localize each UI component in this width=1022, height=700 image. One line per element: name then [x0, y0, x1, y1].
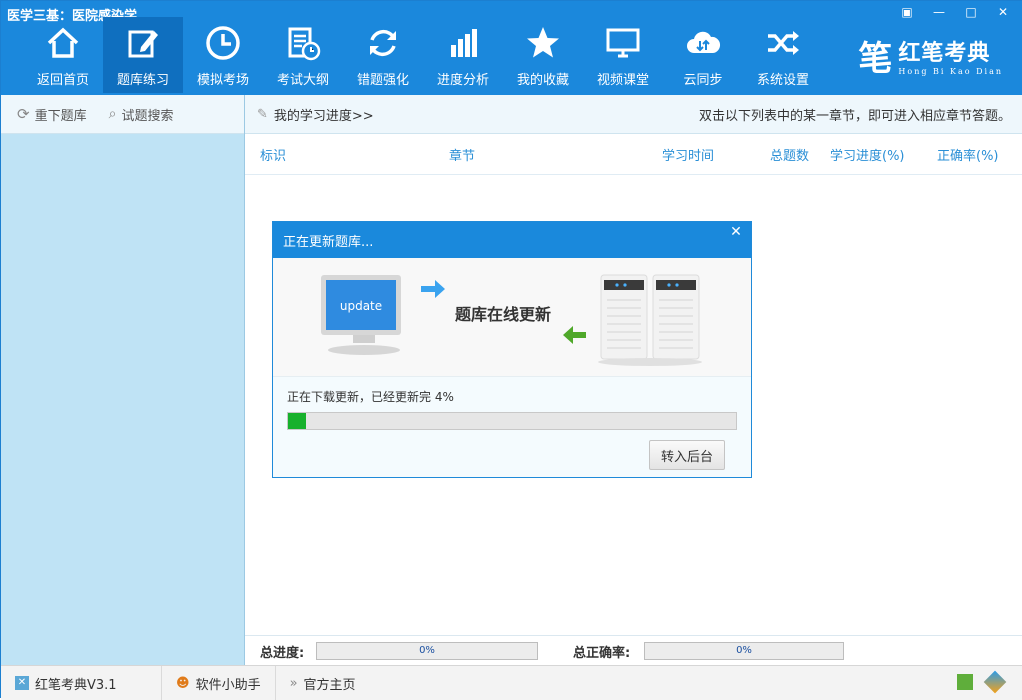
total-accuracy-label: 总正确率: — [573, 645, 631, 661]
version-label: 红笔考典V3.1 — [35, 677, 117, 693]
helper-label: 软件小助手 — [195, 677, 261, 693]
bar-chart-icon — [451, 29, 477, 57]
stats-bar: 总进度: 0% 总正确率: 0% — [245, 635, 1022, 666]
pin-icon: ✎ — [257, 106, 268, 122]
reload-bank-label: 重下题库 — [34, 108, 87, 124]
nav-video[interactable]: 视频课堂 — [583, 17, 663, 93]
nav-wrong-questions-label: 错题强化 — [356, 73, 409, 88]
colorful-logo-icon[interactable] — [983, 670, 1007, 694]
update-illustration: update 题库在线更新 — [273, 258, 751, 377]
download-status-text: 正在下载更新，已经更新完 4% — [287, 390, 454, 404]
nav-syllabus[interactable]: 考试大纲 — [263, 17, 343, 93]
col-progress[interactable]: 学习进度(%) — [830, 145, 905, 164]
helper-icon: ☻ — [176, 675, 190, 691]
nav-mock-exam-label: 模拟考场 — [196, 73, 249, 88]
cloud-sync-icon — [687, 31, 721, 53]
brand-pen-icon: 笔 — [858, 39, 893, 79]
nav-cloud-sync[interactable]: 云同步 — [663, 17, 743, 93]
update-dialog: 正在更新题库... ✕ update 题库在线更新 正在下载更新，已经更新完 4… — [272, 221, 752, 478]
monitor-icon — [606, 28, 640, 58]
nav-mock-exam[interactable]: 模拟考场 — [183, 17, 263, 93]
app-logo-icon: ✕ — [15, 676, 29, 690]
dialog-close-button[interactable]: ✕ — [721, 222, 751, 242]
question-search-button[interactable]: ⌕ 试题搜索 — [109, 105, 174, 124]
star-icon — [527, 27, 559, 58]
breadcrumb[interactable]: ✎ 我的学习进度>> — [257, 105, 374, 124]
brand-pinyin: Hong Bi Kao Dian — [898, 67, 1003, 76]
homepage-label: 官方主页 — [303, 677, 356, 693]
col-study-time[interactable]: 学习时间 — [662, 145, 714, 164]
close-button[interactable]: ✕ — [989, 3, 1017, 21]
reload-bank-button[interactable]: ⟳ 重下题库 — [17, 105, 87, 124]
reload-icon: ⟳ — [17, 105, 30, 123]
progress-header: ✎ 我的学习进度>> 双击以下列表中的某一章节，即可进入相应章节答题。 — [245, 95, 1022, 134]
nav-practice-label: 题库练习 — [116, 73, 169, 88]
status-bar: ✕ 红笔考典V3.1 ☻ 软件小助手 » 官方主页 — [1, 665, 1022, 700]
clock-icon — [206, 26, 240, 60]
dialog-title-text: 正在更新题库... — [283, 234, 374, 250]
progress-fill — [288, 413, 306, 429]
total-progress-bar: 0% — [316, 642, 538, 660]
helper-link[interactable]: ☻ 软件小助手 — [162, 666, 276, 700]
banner-text: 题库在线更新 — [455, 305, 551, 324]
monitor-update-text: update — [340, 299, 382, 313]
nav-favorites-label: 我的收藏 — [516, 73, 569, 88]
nav-settings[interactable]: 系统设置 — [743, 17, 823, 93]
version-info[interactable]: ✕ 红笔考典V3.1 — [1, 666, 162, 700]
nav-progress-label: 进度分析 — [436, 73, 489, 88]
nav-video-label: 视频课堂 — [596, 73, 649, 88]
app-window: 医学三基：医院感染学 ▣ — □ ✕ 返回首页 题库练习 模拟考场 考试大纲 错… — [0, 0, 1022, 700]
nav-progress[interactable]: 进度分析 — [423, 17, 503, 93]
col-total[interactable]: 总题数 — [770, 145, 809, 164]
chapter-sidebar: ⟳ 重下题库 ⌕ 试题搜索 — [1, 95, 245, 665]
instruction-hint: 双击以下列表中的某一章节，即可进入相应章节答题。 — [698, 108, 1011, 124]
refresh-icon — [370, 29, 396, 57]
window-controls: ▣ — □ ✕ — [893, 3, 1017, 21]
minimize-button[interactable]: — — [925, 3, 953, 21]
double-chevron-icon: » — [289, 675, 298, 691]
update-graphic: update 题库在线更新 — [321, 274, 702, 366]
home-icon — [47, 27, 79, 58]
nav-syllabus-label: 考试大纲 — [276, 73, 329, 88]
brand-logo: 笔 红笔考典 Hong Bi Kao Dian — [858, 31, 1003, 80]
nav-settings-label: 系统设置 — [756, 73, 809, 88]
maximize-button[interactable]: □ — [957, 3, 985, 21]
search-icon: ⌕ — [108, 106, 117, 122]
run-in-background-button[interactable]: 转入后台 — [649, 440, 725, 470]
arrow-left-icon — [563, 326, 586, 344]
nav-home-label: 返回首页 — [36, 73, 89, 88]
edit-icon — [128, 30, 158, 58]
update-progress-bar — [287, 412, 737, 430]
status-icons — [957, 670, 1007, 694]
syllabus-icon — [288, 27, 321, 61]
nav-practice[interactable]: 题库练习 — [103, 17, 183, 93]
shuffle-icon — [768, 31, 799, 55]
homepage-link[interactable]: » 官方主页 — [276, 666, 370, 700]
breadcrumb-label: 我的学习进度>> — [273, 108, 374, 124]
arrow-right-icon — [421, 280, 445, 298]
stats-chart-icon[interactable] — [957, 674, 973, 690]
col-id[interactable]: 标识 — [260, 145, 286, 164]
nav-favorites[interactable]: 我的收藏 — [503, 17, 583, 93]
col-chapter[interactable]: 章节 — [449, 145, 475, 164]
col-accuracy[interactable]: 正确率(%) — [937, 145, 999, 164]
menu-dropdown-icon[interactable]: ▣ — [893, 3, 921, 21]
nav-home[interactable]: 返回首页 — [23, 17, 103, 93]
top-toolbar: 医学三基：医院感染学 ▣ — □ ✕ 返回首页 题库练习 模拟考场 考试大纲 错… — [1, 1, 1022, 95]
chapter-table-header: 标识 章节 学习时间 总题数 学习进度(%) 正确率(%) — [245, 134, 1022, 175]
question-search-label: 试题搜索 — [121, 108, 174, 124]
main-nav: 返回首页 题库练习 模拟考场 考试大纲 错题强化 进度分析 我的收藏 视频课堂 … — [23, 17, 823, 93]
nav-cloud-sync-label: 云同步 — [683, 73, 723, 88]
sidebar-toolbar: ⟳ 重下题库 ⌕ 试题搜索 — [1, 95, 244, 134]
brand-name: 红笔考典 — [898, 41, 991, 66]
total-progress-label: 总进度: — [260, 645, 305, 661]
nav-wrong-questions[interactable]: 错题强化 — [343, 17, 423, 93]
dialog-title: 正在更新题库... ✕ — [273, 222, 751, 258]
total-accuracy-bar: 0% — [644, 642, 844, 660]
